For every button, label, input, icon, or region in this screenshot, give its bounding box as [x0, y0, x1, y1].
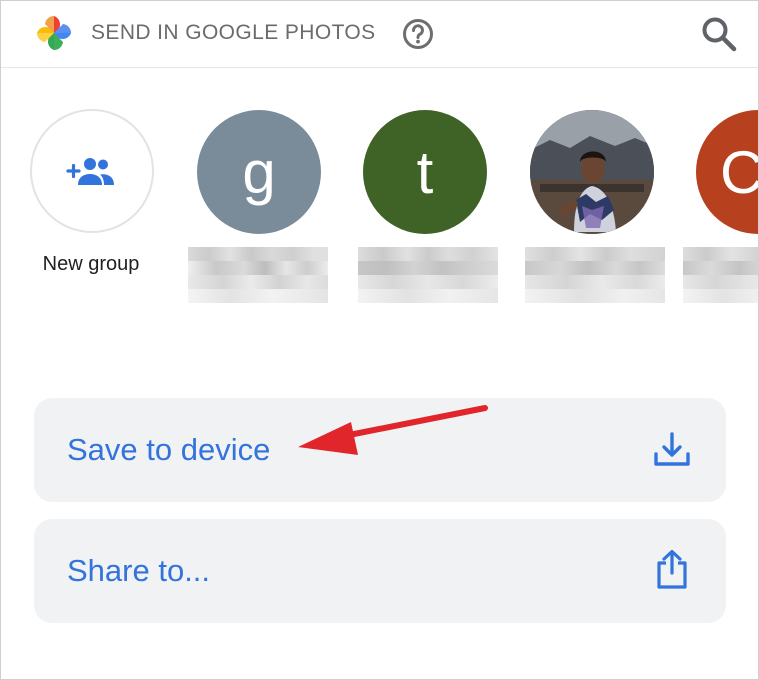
header: SEND IN GOOGLE PHOTOS — [1, 1, 758, 67]
help-icon[interactable] — [402, 18, 434, 50]
contact-name-redacted — [188, 247, 328, 303]
new-group-avatar[interactable] — [30, 109, 154, 233]
sheet-title: SEND IN GOOGLE PHOTOS — [91, 21, 376, 44]
new-group-item[interactable]: New group — [15, 107, 155, 317]
add-group-icon — [66, 158, 114, 185]
contact-initial: t — [416, 138, 434, 206]
contact-item[interactable] — [515, 107, 665, 317]
contact-item[interactable]: g — [182, 107, 328, 317]
download-icon — [654, 432, 690, 466]
share-to-button[interactable]: Share to... — [34, 519, 726, 623]
contact-item[interactable]: t — [348, 107, 498, 317]
contact-name-redacted — [358, 247, 498, 303]
contact-name-redacted — [525, 247, 665, 303]
contact-initial: g — [242, 138, 276, 206]
share-icon — [657, 549, 687, 589]
contact-name-redacted — [683, 247, 758, 303]
contact-avatar[interactable]: g — [197, 110, 321, 234]
contact-avatar[interactable]: C — [696, 110, 758, 234]
contact-photo — [530, 110, 654, 234]
save-to-device-button[interactable]: Save to device — [34, 398, 726, 502]
contact-photo-avatar[interactable] — [530, 110, 654, 234]
contacts-row: New group g t — [1, 107, 758, 317]
contact-item[interactable]: C — [681, 107, 758, 317]
share-to-label: Share to... — [67, 553, 211, 588]
contact-initial: C — [720, 138, 758, 207]
contact-avatar[interactable]: t — [363, 110, 487, 234]
save-to-device-label: Save to device — [67, 432, 271, 467]
search-icon[interactable] — [699, 14, 739, 54]
google-photos-logo-icon — [36, 15, 72, 51]
send-sheet: SEND IN GOOGLE PHOTOS New group g t Save… — [0, 0, 759, 680]
header-divider — [1, 67, 758, 68]
new-group-label: New group — [42, 253, 140, 275]
